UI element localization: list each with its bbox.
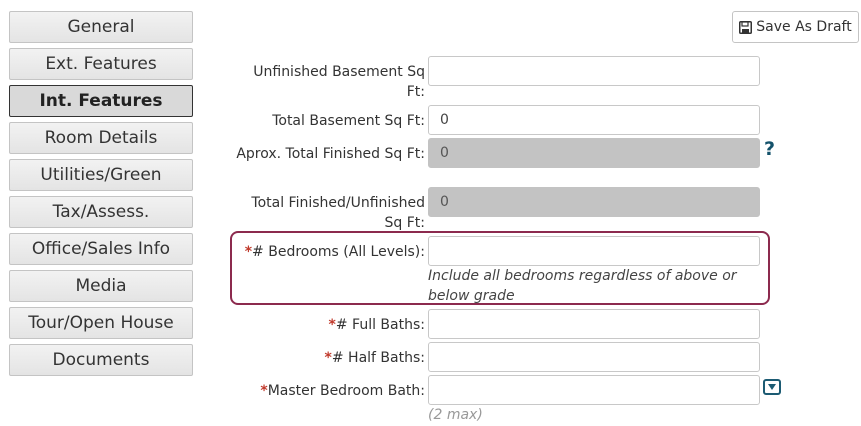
master-bedroom-bath-label-text: Master Bedroom Bath: (267, 383, 425, 399)
total-basement-input[interactable] (428, 105, 760, 135)
save-as-draft-button[interactable]: Save As Draft (732, 11, 859, 43)
sidebar-item-room-details[interactable]: Room Details (9, 122, 193, 154)
sidebar-item-media[interactable]: Media (9, 270, 193, 302)
full-baths-label: *# Full Baths: (236, 315, 425, 335)
bedrooms-label-text: # Bedrooms (All Levels): (252, 244, 425, 260)
half-baths-label-text: # Half Baths: (331, 350, 425, 366)
master-bedroom-bath-input[interactable] (428, 375, 760, 405)
sidebar-item-documents[interactable]: Documents (9, 344, 193, 376)
unfinished-basement-input[interactable] (428, 56, 760, 86)
required-marker: * (260, 383, 268, 399)
total-finished-unfinished-input (428, 187, 760, 217)
half-baths-input[interactable] (428, 342, 760, 372)
required-marker: * (244, 244, 253, 260)
approx-total-finished-label: Aprox. Total Finished Sq Ft: (236, 146, 425, 162)
approx-total-finished-input (428, 138, 760, 168)
master-bedroom-bath-label: *Master Bedroom Bath: (236, 381, 425, 401)
bedrooms-input[interactable] (428, 236, 760, 266)
dropdown-icon[interactable] (763, 379, 781, 395)
unfinished-basement-label: Unfinished Basement Sq Ft: (253, 64, 425, 100)
sidebar-item-ext-features[interactable]: Ext. Features (9, 48, 193, 80)
sidebar-item-int-features[interactable]: Int. Features (9, 85, 193, 117)
sidebar-item-tour-open-house[interactable]: Tour/Open House (9, 307, 193, 339)
full-baths-label-text: # Full Baths: (335, 317, 425, 333)
total-finished-unfinished-label: Total Finished/Unfinished Sq Ft: (251, 195, 425, 231)
full-baths-input[interactable] (428, 309, 760, 339)
required-marker: * (324, 350, 332, 366)
required-marker: * (328, 317, 336, 333)
sidebar-item-office-sales-info[interactable]: Office/Sales Info (9, 233, 193, 265)
bedrooms-hint: Include all bedrooms regardless of above… (428, 268, 737, 304)
total-basement-label: Total Basement Sq Ft: (272, 113, 425, 129)
sidebar-item-utilities-green[interactable]: Utilities/Green (9, 159, 193, 191)
save-icon (739, 20, 753, 34)
bedrooms-label: *# Bedrooms (All Levels): (232, 242, 425, 262)
master-bedroom-bath-hint: (2 max) (428, 407, 483, 423)
help-icon[interactable]: ? (764, 138, 775, 160)
sidebar-item-tax-assess[interactable]: Tax/Assess. (9, 196, 193, 228)
half-baths-label: *# Half Baths: (236, 348, 425, 368)
sidebar-item-general[interactable]: General (9, 11, 193, 43)
save-as-draft-label: Save As Draft (756, 19, 852, 35)
sidebar-nav: General Ext. Features Int. Features Room… (9, 11, 193, 381)
